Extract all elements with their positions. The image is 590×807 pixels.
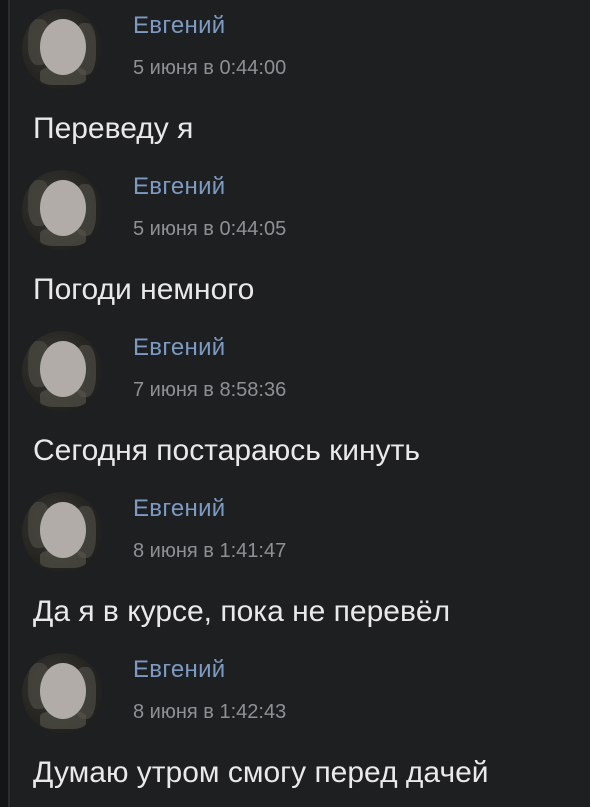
message-item: Евгений 8 июня в 1:42:43 Думаю утром смо… (0, 644, 590, 805)
avatar-icon[interactable] (22, 653, 102, 733)
avatar-blur-mask (40, 341, 86, 397)
avatar-blur-mask (40, 19, 86, 75)
sender-name[interactable]: Евгений (133, 12, 226, 40)
message-item: Евгений 5 июня в 0:44:05 Погоди немного (0, 161, 590, 322)
avatar-blur-mask (40, 502, 86, 558)
message-item: Евгений 7 июня в 8:58:36 Сегодня постара… (0, 322, 590, 483)
avatar-blur-mask (40, 180, 86, 236)
message-timestamp[interactable]: 8 июня в 1:42:43 (133, 701, 286, 724)
sender-name[interactable]: Евгений (133, 173, 226, 201)
sender-name[interactable]: Евгений (133, 495, 226, 523)
avatar-icon[interactable] (22, 170, 102, 250)
avatar-icon[interactable] (22, 492, 102, 572)
message-text: Да я в курсе, пока не перевёл (33, 595, 451, 628)
avatar-blur-mask (40, 663, 86, 719)
message-list: Евгений 5 июня в 0:44:00 Переведу я Евге… (0, 0, 590, 807)
message-timestamp[interactable]: 5 июня в 0:44:00 (133, 57, 286, 80)
avatar-icon[interactable] (22, 9, 102, 89)
message-text: Переведу я (33, 112, 194, 145)
avatar-icon[interactable] (22, 331, 102, 411)
message-timestamp[interactable]: 7 июня в 8:58:36 (133, 379, 286, 402)
message-text: Сегодня постараюсь кинуть (33, 434, 420, 467)
message-timestamp[interactable]: 5 июня в 0:44:05 (133, 218, 286, 241)
sender-name[interactable]: Евгений (133, 334, 226, 362)
sender-name[interactable]: Евгений (133, 656, 226, 684)
message-text: Погоди немного (33, 273, 255, 306)
message-timestamp[interactable]: 8 июня в 1:41:47 (133, 540, 286, 563)
message-item: Евгений 8 июня в 1:41:47 Да я в курсе, п… (0, 483, 590, 644)
message-item: Евгений 5 июня в 0:44:00 Переведу я (0, 0, 590, 161)
message-text: Думаю утром смогу перед дачей (33, 756, 489, 789)
